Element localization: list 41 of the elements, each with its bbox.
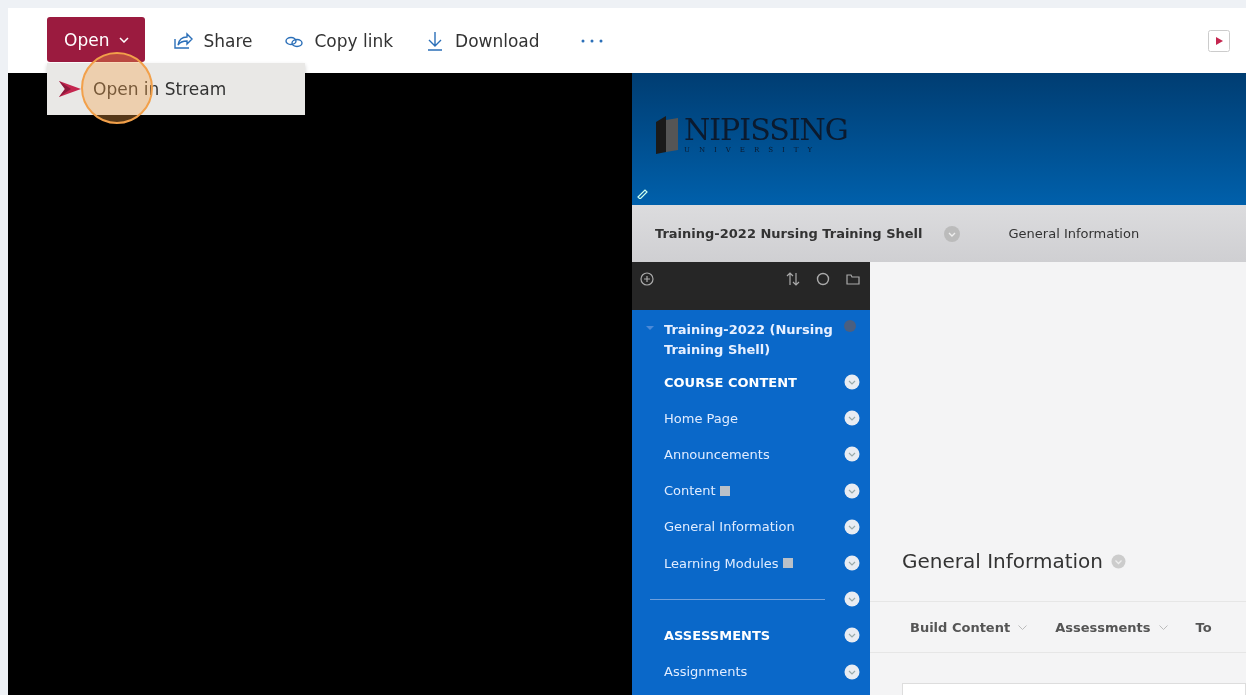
chevron-circle-icon[interactable] [844, 374, 860, 391]
menu-button[interactable]: To [1195, 619, 1212, 635]
chevron-circle-icon[interactable] [844, 663, 860, 680]
share-button[interactable]: Share [173, 30, 253, 51]
menu-item[interactable]: Assignments [664, 664, 748, 680]
page-title: General Information [902, 549, 1103, 573]
chevron-circle-icon[interactable] [844, 518, 860, 535]
chevron-circle-icon[interactable] [844, 446, 860, 463]
menu-button[interactable]: Build Content [910, 619, 1028, 635]
logo-text: NIPISSING [684, 114, 848, 146]
pencil-icon[interactable] [636, 187, 648, 199]
menu-item[interactable]: Home Page [664, 410, 738, 426]
open-button[interactable]: Open [47, 17, 146, 62]
course-title[interactable]: Training-2022 (Nursing Training Shell) [664, 320, 834, 360]
menu-button[interactable]: Assessments [1055, 619, 1168, 635]
menu-item[interactable]: Learning Modules [664, 555, 779, 571]
chevron-circle-icon[interactable] [844, 591, 860, 608]
play-icon[interactable] [1208, 29, 1230, 52]
chevron-circle-icon[interactable] [844, 555, 860, 572]
breadcrumb-item[interactable]: Training-2022 Nursing Training Shell [655, 226, 923, 241]
chevron-circle-icon[interactable] [844, 482, 860, 499]
chevron-down-icon [1158, 624, 1168, 630]
folder-icon[interactable] [846, 272, 860, 286]
chevron-down-icon [1018, 624, 1028, 630]
menu-heading[interactable]: ASSESSMENTS [664, 627, 771, 643]
menu-item[interactable]: General Information [664, 519, 795, 535]
chevron-circle-icon[interactable] [844, 410, 860, 427]
share-icon [173, 30, 194, 51]
chevron-circle-icon[interactable] [844, 627, 860, 644]
stream-icon [59, 80, 81, 98]
menu-heading[interactable]: COURSE CONTENT [664, 374, 797, 390]
add-icon[interactable] [640, 272, 654, 286]
breadcrumb-item[interactable]: General Information [1008, 226, 1140, 241]
menu-item[interactable]: Content [664, 483, 716, 499]
chevron-down-icon [119, 36, 130, 43]
menu-item[interactable]: Announcements [664, 446, 770, 462]
link-button[interactable]: Copy link [284, 30, 394, 51]
download-button[interactable]: Download [425, 30, 540, 51]
sort-icon[interactable] [786, 272, 800, 286]
circle-icon[interactable] [816, 272, 830, 286]
more-icon[interactable] [579, 37, 604, 44]
